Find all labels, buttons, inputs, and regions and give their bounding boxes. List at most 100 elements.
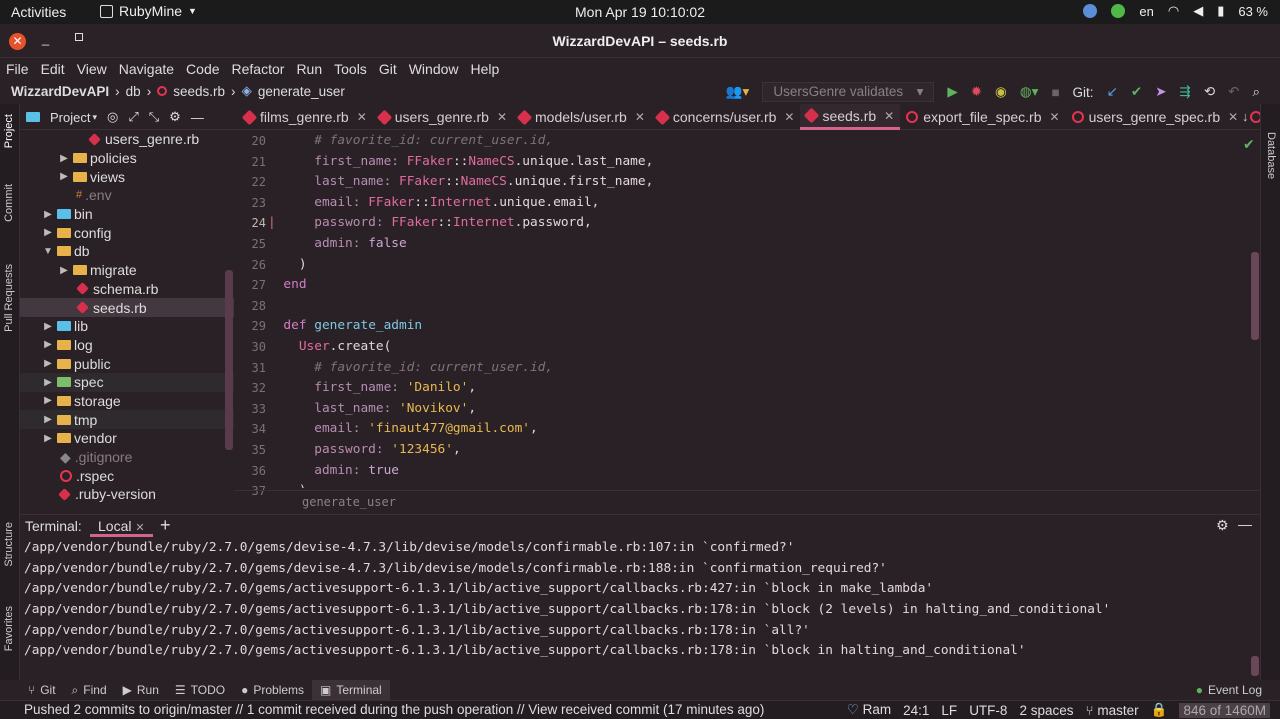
tab-concerns-user[interactable]: concerns/user.rb ✕ <box>651 104 801 130</box>
chevron-right-icon[interactable]: ▶ <box>42 414 54 425</box>
tree-item[interactable]: ▶ log <box>20 336 234 355</box>
debug-icon[interactable]: ✹ <box>971 84 982 100</box>
breadcrumb-method[interactable]: generate_user <box>258 84 345 99</box>
tabs-dropdown-icon[interactable]: ↓ <box>1242 109 1249 124</box>
problems-tool-button[interactable]: ● Problems <box>233 680 312 700</box>
tree-item[interactable]: ▶ spec <box>20 372 234 392</box>
menu-git[interactable]: Git <box>379 61 397 77</box>
event-log-button[interactable]: ● Event Log <box>1188 680 1270 700</box>
breadcrumb-folder[interactable]: db <box>126 84 141 99</box>
locate-icon[interactable]: ◎ <box>107 109 118 125</box>
memory-indicator[interactable]: 846 of 1460M <box>1179 702 1270 718</box>
favorites-tool-tab[interactable]: Favorites <box>3 606 15 651</box>
cursor-position[interactable]: 24:1 <box>903 703 929 718</box>
menu-run[interactable]: Run <box>296 61 322 77</box>
tree-item[interactable]: ▶ lib <box>20 317 234 336</box>
breadcrumb-project[interactable]: WizzardDevAPI <box>11 84 109 99</box>
tree-item[interactable]: ▶ tmp <box>20 410 234 429</box>
menu-refactor[interactable]: Refactor <box>232 61 285 77</box>
code-breadcrumb[interactable]: generate_user <box>234 490 1259 512</box>
git-branch-widget[interactable]: ⑂ master <box>1085 703 1138 718</box>
chevron-right-icon[interactable]: ▶ <box>42 433 54 444</box>
terminal-tab-local[interactable]: Local ✕ <box>90 515 153 537</box>
chevron-right-icon[interactable]: ▶ <box>42 227 54 238</box>
chevron-right-icon[interactable]: ▶ <box>58 153 70 164</box>
battery-icon[interactable]: ▮ <box>1217 3 1224 19</box>
profile-icon[interactable]: ◍▾ <box>1020 84 1039 100</box>
stop-icon[interactable]: ■ <box>1051 85 1059 100</box>
close-icon[interactable]: ✕ <box>884 109 894 123</box>
file-encoding[interactable]: UTF-8 <box>969 703 1007 718</box>
close-icon[interactable]: ✕ <box>357 110 367 124</box>
structure-tool-tab[interactable]: Structure <box>3 522 15 567</box>
ram-widget[interactable]: ♡ Ram <box>847 702 891 718</box>
tab-models-user[interactable]: models/user.rb ✕ <box>513 104 651 130</box>
tab-users-genre[interactable]: users_genre.rb ✕ <box>373 104 513 130</box>
tree-item-selected[interactable]: seeds.rb <box>20 298 234 317</box>
add-tab-icon[interactable]: + <box>160 515 171 536</box>
menu-tools[interactable]: Tools <box>334 61 367 77</box>
code-editor[interactable]: # favorite_id: current_user.id, first_na… <box>268 130 1248 488</box>
tree-item[interactable]: ▶ vendor <box>20 429 234 448</box>
menu-window[interactable]: Window <box>409 61 459 77</box>
lock-icon[interactable]: 🔒 <box>1151 702 1168 718</box>
git-commit-icon[interactable]: ✔ <box>1131 84 1142 100</box>
terminal-output[interactable]: /app/vendor/bundle/ruby/2.7.0/gems/devis… <box>20 537 1260 680</box>
breadcrumb-file[interactable]: seeds.rb <box>173 84 225 99</box>
find-tool-button[interactable]: ⌕ Find <box>64 680 115 700</box>
tree-item[interactable]: ▶ storage <box>20 392 234 411</box>
collapse-icon[interactable]: ⤡ <box>149 109 159 125</box>
git-tool-button[interactable]: ⑂ Git <box>20 680 64 700</box>
project-view-select[interactable]: Project <box>50 110 90 125</box>
chevron-down-icon[interactable]: ▼ <box>42 246 54 257</box>
indent-setting[interactable]: 2 spaces <box>1019 703 1073 718</box>
close-icon[interactable]: ✕ <box>1050 110 1060 124</box>
tree-item[interactable]: ▶ migrate <box>20 261 234 280</box>
tree-item[interactable]: ▶ config <box>20 223 234 242</box>
check-circle-icon[interactable] <box>1111 4 1126 18</box>
minimize-icon[interactable]: — <box>1238 516 1252 532</box>
todo-tool-button[interactable]: ☰ TODO <box>167 680 233 700</box>
chevron-right-icon[interactable]: ▶ <box>42 358 54 369</box>
status-message[interactable]: Pushed 2 commits to origin/master // 1 c… <box>24 702 764 717</box>
tree-scrollbar[interactable] <box>225 270 233 450</box>
tree-item[interactable]: .ruby-version <box>20 485 234 504</box>
tree-item[interactable]: schema.rb <box>20 280 234 299</box>
commit-tool-tab[interactable]: Commit <box>3 184 15 222</box>
run-icon[interactable]: ▶ <box>947 84 957 100</box>
chevron-right-icon[interactable]: ▶ <box>42 321 54 332</box>
minimize-icon[interactable]: — <box>191 110 204 125</box>
pull-requests-tool-tab[interactable]: Pull Requests <box>3 264 15 332</box>
tab-seeds[interactable]: seeds.rb ✕ <box>800 104 901 130</box>
close-icon[interactable]: ✕ <box>135 522 144 534</box>
tab-users-genre-spec[interactable]: users_genre_spec.rb ✕ <box>1066 104 1245 130</box>
chevron-right-icon[interactable]: ▶ <box>42 209 54 220</box>
language-indicator[interactable]: en <box>1139 4 1153 19</box>
search-icon[interactable]: ⌕ <box>1252 84 1260 100</box>
terminal-tool-button[interactable]: ▣ Terminal <box>312 680 390 700</box>
coverage-icon[interactable]: ◉ <box>995 84 1007 100</box>
git-update-icon[interactable]: ↙ <box>1107 84 1118 100</box>
users-icon[interactable]: 👥▾ <box>726 84 750 100</box>
close-icon[interactable]: ✕ <box>635 110 645 124</box>
menu-help[interactable]: Help <box>471 61 500 77</box>
history-icon[interactable]: ⟲ <box>1204 84 1215 100</box>
tree-item[interactable]: ▶ policies <box>20 149 234 168</box>
database-tool-tab[interactable]: Database <box>1265 132 1277 179</box>
chevron-right-icon[interactable]: ▶ <box>58 265 70 276</box>
run-tool-button[interactable]: ▶ Run <box>115 680 167 700</box>
tree-item[interactable]: # .env <box>20 186 234 205</box>
tree-item[interactable]: ◆ .gitignore <box>20 448 234 467</box>
git-push-icon[interactable]: ➤ <box>1155 84 1166 100</box>
tree-item[interactable]: .rspec <box>20 466 234 485</box>
close-icon[interactable]: ✕ <box>1228 110 1238 124</box>
menu-navigate[interactable]: Navigate <box>119 61 174 77</box>
git-merge-icon[interactable]: ⇶ <box>1180 84 1191 100</box>
menu-view[interactable]: View <box>77 61 107 77</box>
system-tray[interactable]: en ◠ ◀ ▮ 63 % <box>1083 3 1268 19</box>
volume-icon[interactable]: ◀ <box>1193 3 1203 19</box>
gear-icon[interactable]: ⚙ <box>1216 517 1229 534</box>
globe-icon[interactable] <box>1083 4 1098 18</box>
chevron-right-icon[interactable]: ▶ <box>42 395 54 406</box>
chevron-right-icon[interactable]: ▶ <box>42 377 54 388</box>
